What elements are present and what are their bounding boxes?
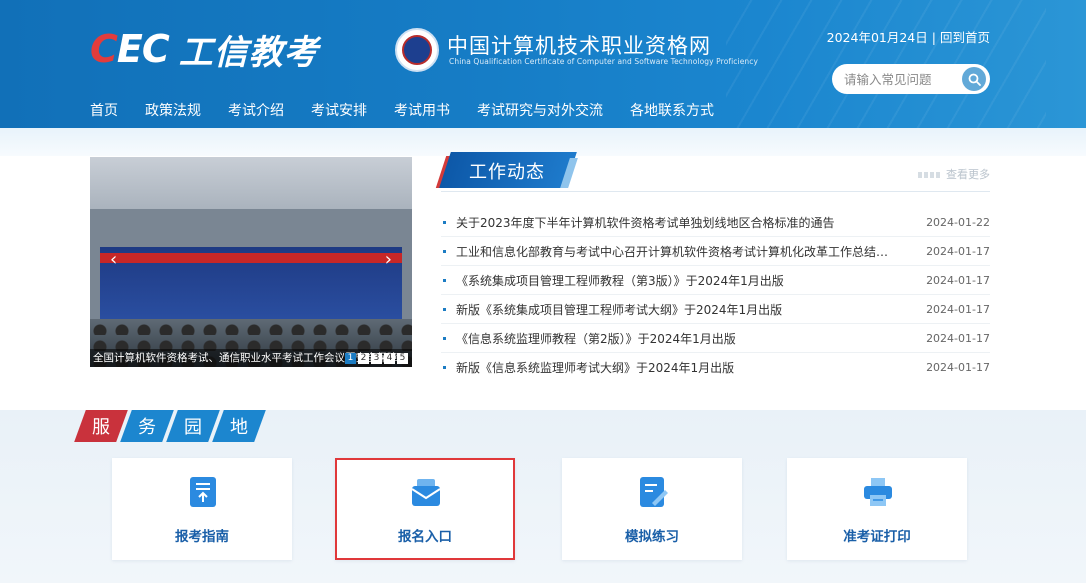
news-header: 工作动态 查看更多: [435, 152, 990, 192]
service-card-label: 报考指南: [175, 529, 229, 545]
news-item-date: 2024-01-17: [926, 361, 990, 374]
slider-next-icon[interactable]: ›: [385, 249, 392, 270]
news-item-title[interactable]: 工业和信息化部教育与考试中心召开计算机软件资格考试计算机化改革工作总结座谈会: [456, 243, 926, 260]
service-card-label: 模拟练习: [625, 529, 679, 545]
search-button[interactable]: [962, 67, 986, 91]
news-item[interactable]: 工业和信息化部教育与考试中心召开计算机软件资格考试计算机化改革工作总结座谈会 20…: [441, 237, 990, 266]
news-item[interactable]: 新版《系统集成项目管理工程师考试大纲》于2024年1月出版 2024-01-17: [441, 295, 990, 324]
registration-icon: [411, 479, 441, 506]
news-item[interactable]: 《信息系统监理师教程（第2版）》于2024年1月出版 2024-01-17: [441, 324, 990, 353]
bullet-icon: [443, 278, 446, 282]
service-card-label: 准考证打印: [843, 529, 911, 545]
main-nav: 首页 政策法规 考试介绍 考试安排 考试用书 考试研究与对外交流 各地联系方式: [90, 100, 741, 128]
news-item-title[interactable]: 《信息系统监理师教程（第2版）》于2024年1月出版: [456, 330, 926, 347]
slider-dots: 1 2 3 4 5: [343, 353, 408, 364]
more-bars-icon: [918, 172, 940, 178]
news-list: 关于2023年度下半年计算机软件资格考试单独划线地区合格标准的通告 2024-01…: [441, 208, 990, 382]
cec-logo[interactable]: CEC 工信教考: [90, 27, 319, 73]
news-slider[interactable]: ‹ › 全国计算机软件资格考试、通信职业水平考试工作会议暨安全保障 1 2 3 …: [90, 157, 412, 367]
service-card-label: 报名入口: [398, 529, 452, 545]
service-card-admission-print[interactable]: 准考证打印: [787, 458, 967, 560]
guide-icon: [190, 477, 216, 507]
news-item-title[interactable]: 关于2023年度下半年计算机软件资格考试单独划线地区合格标准的通告: [456, 214, 926, 231]
service-card-practice[interactable]: 模拟练习: [562, 458, 742, 560]
news-item-date: 2024-01-17: [926, 244, 990, 258]
practice-icon: [640, 477, 668, 507]
bullet-icon: [443, 307, 446, 311]
news-item-title[interactable]: 新版《信息系统监理师考试大纲》于2024年1月出版: [456, 359, 926, 376]
bullet-icon: [443, 366, 446, 369]
slider-dot[interactable]: 4: [384, 353, 395, 364]
bullet-icon: [443, 249, 446, 253]
news-item-date: 2024-01-17: [926, 302, 990, 316]
nav-item-research[interactable]: 考试研究与对外交流: [477, 100, 603, 128]
news-item[interactable]: 《系统集成项目管理工程师教程（第3版）》于2024年1月出版 2024-01-17: [441, 266, 990, 295]
slider-dot[interactable]: 2: [358, 353, 369, 364]
news-item-title[interactable]: 新版《系统集成项目管理工程师考试大纲》于2024年1月出版: [456, 301, 926, 318]
news-item-date: 2024-01-17: [926, 331, 990, 345]
search-box: [832, 64, 990, 94]
emblem-icon: [395, 28, 439, 72]
nav-item-exam-schedule[interactable]: 考试安排: [311, 100, 367, 128]
cec-logo-name: 工信教考: [178, 32, 319, 73]
service-area-title: 服 务 园 地: [74, 410, 266, 442]
printer-icon: [864, 478, 892, 506]
service-card-registration[interactable]: 报名入口: [335, 458, 515, 560]
news-item-date: 2024-01-22: [926, 215, 990, 229]
news-item-date: 2024-01-17: [926, 273, 990, 287]
nav-item-exam-intro[interactable]: 考试介绍: [228, 100, 284, 128]
header-top-links: 2024年01月24日 | 回到首页: [826, 30, 990, 45]
cec-logo-mark: CEC: [90, 27, 170, 71]
nav-item-contacts[interactable]: 各地联系方式: [630, 100, 714, 128]
search-icon: [968, 73, 981, 86]
bullet-icon: [443, 336, 446, 340]
bullet-icon: [443, 220, 446, 224]
slider-dot[interactable]: 1: [345, 353, 356, 364]
service-card-guide[interactable]: 报考指南: [112, 458, 292, 560]
news-item[interactable]: 关于2023年度下半年计算机软件资格考试单独划线地区合格标准的通告 2024-01…: [441, 208, 990, 237]
slider-dot[interactable]: 3: [371, 353, 382, 364]
search-input[interactable]: [844, 71, 962, 87]
nav-item-policies[interactable]: 政策法规: [145, 100, 201, 128]
news-item-title[interactable]: 《系统集成项目管理工程师教程（第3版）》于2024年1月出版: [456, 272, 926, 289]
site-header: CEC 工信教考 中国计算机技术职业资格网 China Qualificatio…: [0, 0, 1086, 128]
slider-dot[interactable]: 5: [397, 353, 408, 364]
slider-prev-icon[interactable]: ‹: [110, 249, 117, 270]
current-date: 2024年01月24日: [826, 30, 928, 45]
news-more-link[interactable]: 查看更多: [918, 166, 990, 182]
news-title: 工作动态: [469, 162, 545, 183]
site-subtitle: China Qualification Certificate of Compu…: [449, 57, 759, 66]
site-title: 中国计算机技术职业资格网: [447, 34, 711, 58]
nav-item-exam-books[interactable]: 考试用书: [394, 100, 450, 128]
slider-photo-banner: [100, 247, 402, 319]
nav-item-home[interactable]: 首页: [90, 100, 118, 128]
news-item[interactable]: 新版《信息系统监理师考试大纲》于2024年1月出版 2024-01-17: [441, 353, 990, 382]
home-link[interactable]: 回到首页: [940, 30, 990, 45]
